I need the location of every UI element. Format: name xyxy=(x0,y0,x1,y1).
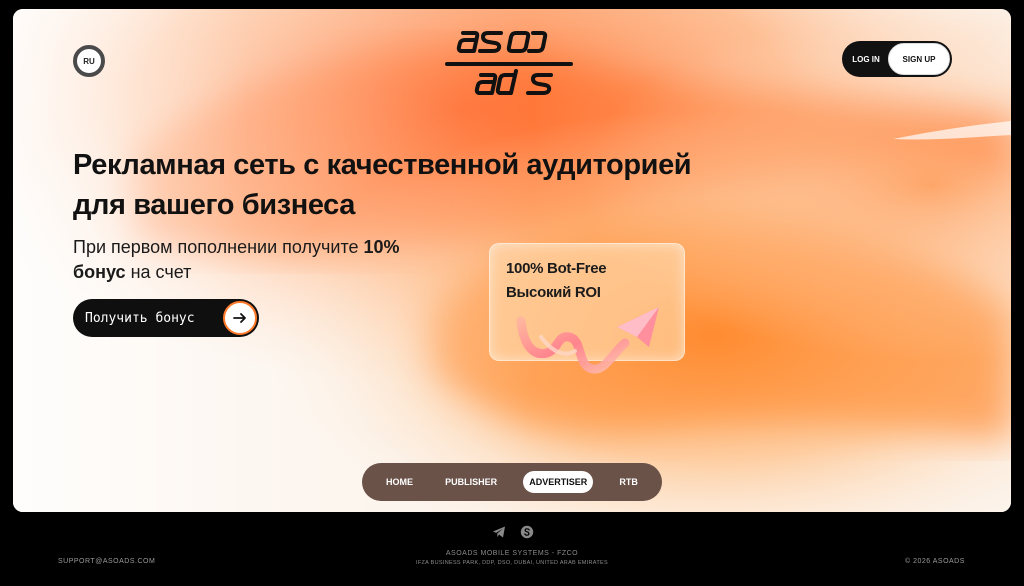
copyright: © 2026 ASOADS xyxy=(905,558,965,565)
hero-title-line1: Рекламная сеть с качественной аудиторией xyxy=(73,149,692,181)
company-name: ASOADS MOBILE SYSTEMS - FZCO xyxy=(445,550,579,557)
support-email-link[interactable]: SUPPORT@ASOADS.COM xyxy=(58,558,155,565)
social-links xyxy=(492,525,534,539)
aso-ads-logo[interactable] xyxy=(443,21,583,97)
arrow-right-icon xyxy=(223,301,257,335)
get-bonus-label: Получить бонус xyxy=(85,310,195,326)
section-nav: HOME PUBLISHER ADVERTISER RTB xyxy=(362,463,662,501)
hero-subtitle-percent: 10% xyxy=(363,237,400,257)
language-label: RU xyxy=(83,56,95,66)
feature-line-bot-free: 100% Bot-Free xyxy=(506,260,607,277)
hero-subtitle-pre: При первом пополнении получите xyxy=(73,237,364,257)
get-bonus-button[interactable]: Получить бонус xyxy=(73,299,259,337)
nav-home[interactable]: HOME xyxy=(380,471,419,493)
hero-title: Рекламная сеть с качественной аудиторией… xyxy=(73,145,753,225)
hero-subtitle: При первом пополнении получите 10% бонус… xyxy=(73,235,433,285)
growth-arrow-icon xyxy=(516,307,659,374)
auth-toggle: LOG IN SIGN UP xyxy=(842,41,952,77)
login-button[interactable]: LOG IN xyxy=(844,55,888,64)
nav-rtb[interactable]: RTB xyxy=(613,471,644,493)
signup-button[interactable]: SIGN UP xyxy=(888,43,950,75)
company-address: IFZA BUSINESS PARK, DDP, DSO, DUBAI, UNI… xyxy=(416,560,608,566)
nav-publisher[interactable]: PUBLISHER xyxy=(439,471,503,493)
hero-subtitle-post: на счет xyxy=(125,262,192,282)
skype-icon[interactable] xyxy=(520,525,534,539)
hero-subtitle-bonus: бонус xyxy=(73,262,126,282)
telegram-icon[interactable] xyxy=(492,525,506,539)
nav-advertiser[interactable]: ADVERTISER xyxy=(523,471,594,493)
hero-card: RU LOG IN SIGN UP Рекламная сеть с качес… xyxy=(13,9,1011,512)
hero-title-line2: для вашего бизнеса xyxy=(73,189,355,221)
language-switch[interactable]: RU xyxy=(73,45,105,77)
company-info: ASOADS MOBILE SYSTEMS - FZCO IFZA BUSINE… xyxy=(410,550,614,567)
